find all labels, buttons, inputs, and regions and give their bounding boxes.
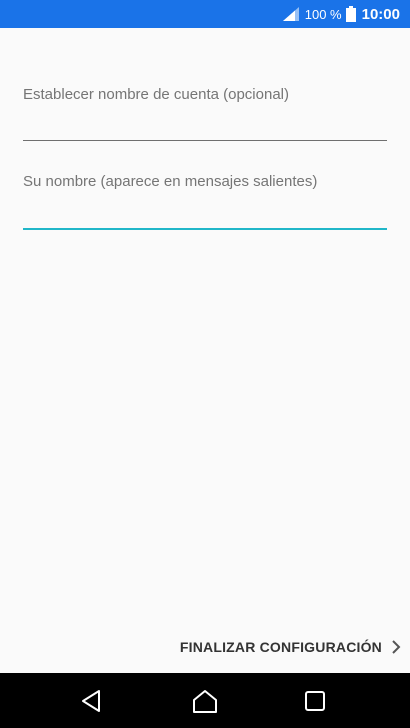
clock: 10:00 bbox=[361, 5, 400, 23]
finish-setup-label: FINALIZAR CONFIGURACIÓN bbox=[179, 639, 382, 655]
finish-setup-button[interactable]: FINALIZAR CONFIGURACIÓN bbox=[180, 633, 402, 661]
chevron-right-icon bbox=[392, 640, 401, 654]
back-icon[interactable] bbox=[79, 688, 105, 714]
your-name-placeholder: Su nombre (aparece en mensajes salientes… bbox=[23, 173, 318, 190]
account-name-underline bbox=[23, 140, 387, 141]
account-name-field[interactable]: Establecer nombre de cuenta (opcional) bbox=[23, 86, 387, 146]
recent-apps-icon[interactable] bbox=[302, 688, 328, 714]
home-icon[interactable] bbox=[192, 688, 218, 714]
your-name-underline bbox=[23, 228, 387, 230]
battery-icon bbox=[345, 6, 356, 22]
navigation-bar bbox=[0, 673, 410, 728]
battery-level-text: 100 % bbox=[304, 6, 342, 22]
account-name-placeholder: Establecer nombre de cuenta (opcional) bbox=[23, 86, 289, 103]
your-name-field[interactable]: Su nombre (aparece en mensajes salientes… bbox=[23, 173, 387, 233]
signal-icon bbox=[282, 7, 299, 21]
status-bar: 100 % 10:00 bbox=[0, 0, 410, 28]
